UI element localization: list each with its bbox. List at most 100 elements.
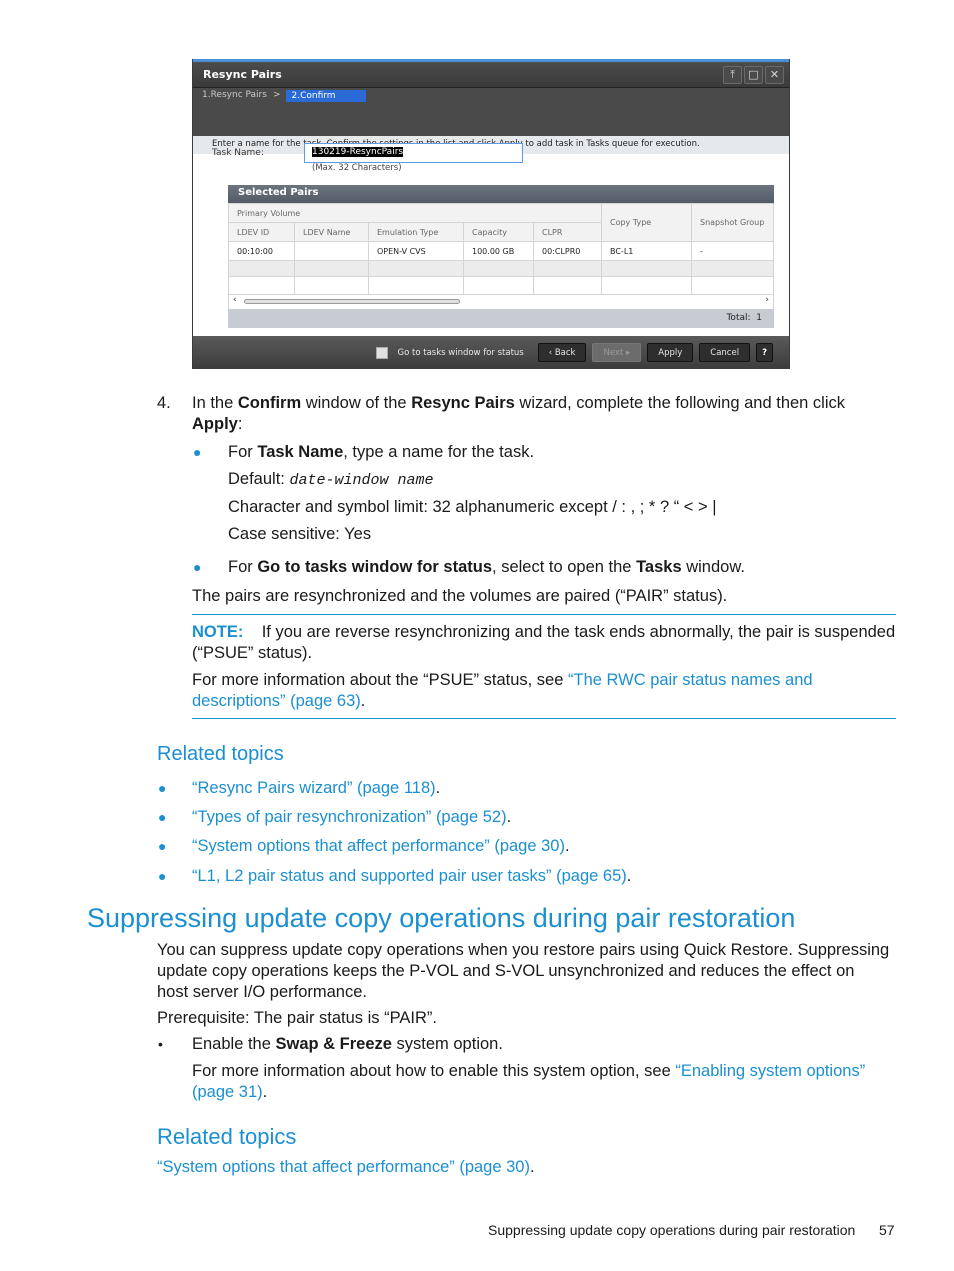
enabling-options-link[interactable]: “Enabling system options”: [675, 1062, 865, 1080]
text: For: [228, 558, 258, 576]
horizontal-scrollbar[interactable]: ‹ ›: [228, 295, 774, 309]
note-label: NOTE:: [192, 623, 244, 641]
pin-icon[interactable]: ⤒: [723, 65, 742, 84]
note-more-info: For more information about the “PSUE” st…: [192, 670, 902, 712]
step4-text: In the Confirm window of the Resync Pair…: [192, 393, 892, 435]
task-name-hint: (Max. 32 Characters): [312, 163, 402, 173]
case-sensitive-line: Case sensitive: Yes: [228, 525, 372, 543]
text: host server I/O performance.: [157, 983, 367, 1001]
char-limit-line: Character and symbol limit: 32 alphanume…: [228, 498, 717, 516]
related-link[interactable]: “System options that affect performance”…: [157, 1158, 530, 1176]
resync-pairs-window: Resync Pairs ⤒ □ ✕ 1.Resync Pairs > 2.Co…: [192, 59, 790, 369]
ui-term: Go to tasks window for status: [257, 558, 493, 576]
enabling-options-link[interactable]: (page 31): [192, 1083, 263, 1101]
column-header[interactable]: Emulation Type: [368, 222, 464, 242]
text: In the: [192, 394, 238, 412]
column-header[interactable]: Snapshot Group: [691, 203, 774, 242]
note-text: (“PSUE” status).: [192, 644, 313, 662]
text: window.: [681, 558, 745, 576]
scroll-left-icon[interactable]: ‹: [233, 295, 237, 305]
cell-ldev-id: 00:10:00: [228, 241, 295, 261]
selected-pairs-title: Selected Pairs: [228, 185, 774, 203]
step-confirm: 2.Confirm: [286, 90, 366, 102]
next-button[interactable]: Next ▸: [592, 343, 642, 362]
bullet-icon: ●: [193, 444, 202, 460]
note-text: If you are reverse resynchronizing and t…: [261, 623, 896, 641]
related-topics-heading: Related topics: [157, 1124, 297, 1149]
rwc-status-link[interactable]: “The RWC pair status names and: [568, 671, 813, 689]
task-name-input[interactable]: 130219-ResyncPairs: [304, 143, 523, 163]
table-row[interactable]: 00:10:00 OPEN-V CVS 100.00 GB 00:CLPR0 B…: [228, 241, 774, 261]
cell-copy-type: BC-L1: [601, 241, 692, 261]
bullet-icon: ●: [158, 868, 167, 884]
text: :: [237, 415, 243, 433]
result-text: The pairs are resynchronized and the vol…: [192, 587, 728, 605]
bullet-go-to-tasks: For Go to tasks window for status, selec…: [228, 557, 745, 578]
back-label: Back: [554, 347, 576, 358]
column-header[interactable]: LDEV ID: [228, 222, 295, 242]
default-label: Default:: [228, 470, 290, 488]
text: window of the: [301, 394, 412, 412]
go-to-tasks-label[interactable]: Go to tasks window for status: [398, 348, 524, 358]
column-header[interactable]: CLPR: [533, 222, 602, 242]
column-header[interactable]: Copy Type: [601, 203, 692, 242]
related-item: “System options that affect performance”…: [192, 837, 570, 855]
section-intro: You can suppress update copy operations …: [157, 940, 907, 1003]
ui-term: Task Name: [257, 443, 344, 461]
cell-emulation-type: OPEN-V CVS: [368, 241, 464, 261]
step-resync-pairs[interactable]: 1.Resync Pairs: [202, 90, 267, 100]
cancel-button[interactable]: Cancel: [699, 343, 751, 362]
total-value: 1: [756, 313, 762, 323]
bullet-task-name: For Task Name, type a name for the task.: [228, 442, 534, 463]
prerequisite: Prerequisite: The pair status is “PAIR”.: [157, 1009, 437, 1027]
bullet-icon: ●: [193, 559, 202, 575]
maximize-icon[interactable]: □: [744, 65, 763, 84]
text: , type a name for the task.: [343, 443, 535, 461]
scroll-thumb[interactable]: [244, 299, 460, 304]
total-bar: Total: 1: [228, 309, 774, 328]
column-header[interactable]: Capacity: [463, 222, 534, 242]
scroll-right-icon[interactable]: ›: [765, 295, 769, 305]
ui-term: Resync Pairs: [411, 394, 515, 412]
related-link[interactable]: “Types of pair resynchronization” (page …: [192, 808, 507, 826]
next-label: Next: [603, 347, 624, 358]
empty-row: [228, 276, 774, 295]
cell-snapshot-group: -: [691, 241, 774, 261]
text: update copy operations keeps the P-VOL a…: [157, 962, 855, 980]
go-to-tasks-checkbox[interactable]: [375, 346, 388, 359]
bullet-icon: ●: [158, 780, 167, 796]
page-number: 57: [879, 1222, 895, 1238]
total-label: Total:: [726, 313, 751, 323]
ui-term: Swap & Freeze: [275, 1035, 392, 1053]
rwc-status-link[interactable]: descriptions” (page 63): [192, 692, 361, 710]
ui-term: Tasks: [636, 558, 682, 576]
related-item: “Types of pair resynchronization” (page …: [192, 808, 512, 826]
text: Enable the: [192, 1035, 276, 1053]
text: .: [262, 1083, 268, 1101]
related-link[interactable]: “Resync Pairs wizard” (page 118): [192, 779, 436, 797]
text: system option.: [391, 1035, 503, 1053]
ui-term: Apply: [192, 415, 238, 433]
bullet-icon: ●: [158, 838, 167, 854]
note-block: NOTE: If you are reverse resynchronizing…: [192, 622, 902, 664]
selected-pairs-table: Primary Volume Copy Type Snapshot Group …: [228, 203, 774, 295]
task-name-value: 130219-ResyncPairs: [312, 147, 404, 157]
close-icon[interactable]: ✕: [765, 65, 784, 84]
selected-pairs-panel: Selected Pairs Primary Volume Copy Type …: [228, 185, 774, 328]
task-name-label: Task Name:: [212, 148, 264, 158]
step-separator: >: [272, 90, 281, 100]
related-item: “Resync Pairs wizard” (page 118).: [192, 779, 441, 797]
related-topics-heading: Related topics: [157, 743, 284, 765]
related-link[interactable]: “L1, L2 pair status and supported pair u…: [192, 867, 627, 885]
help-button[interactable]: ?: [756, 343, 773, 362]
task-name-row: Task Name: 130219-ResyncPairs: [212, 143, 523, 163]
default-line: Default: date-window name: [228, 469, 433, 491]
wizard-steps: 1.Resync Pairs > 2.Confirm: [193, 88, 789, 136]
apply-button[interactable]: Apply: [647, 343, 694, 362]
bullet-icon: ●: [158, 809, 167, 825]
text: You can suppress update copy operations …: [157, 941, 890, 959]
related-item: “L1, L2 pair status and supported pair u…: [192, 867, 632, 885]
related-link[interactable]: “System options that affect performance”…: [192, 837, 565, 855]
back-button[interactable]: ‹ Back: [537, 343, 587, 362]
column-header[interactable]: LDEV Name: [294, 222, 369, 242]
